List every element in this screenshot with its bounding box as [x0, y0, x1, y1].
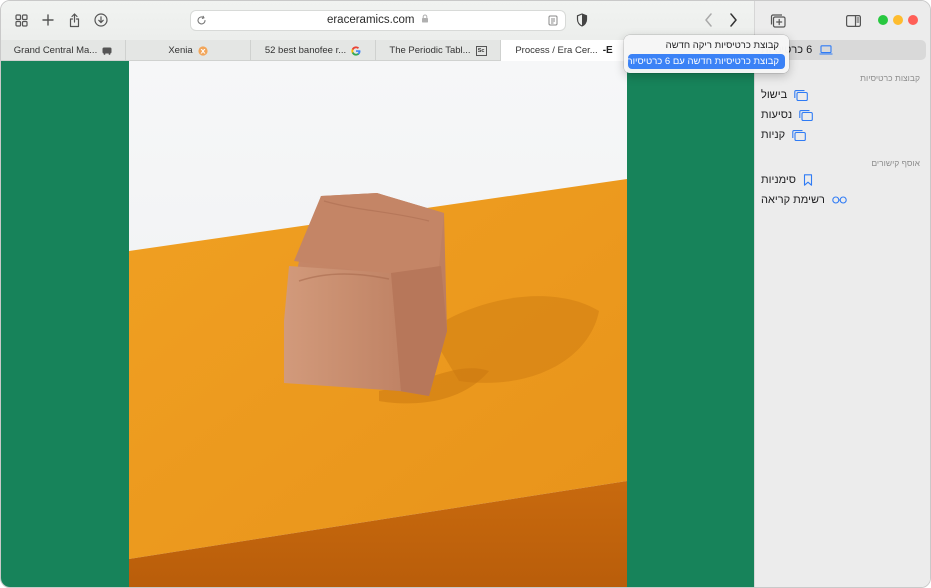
- era-favicon: -E: [603, 45, 613, 56]
- train-icon: [102, 47, 112, 55]
- zoom-button[interactable]: [878, 15, 888, 25]
- tab-title: 52 best banofee r...: [264, 45, 347, 56]
- era-favicon-text: -E: [602, 45, 613, 56]
- tab-group-icon: [794, 89, 809, 101]
- sidebar-item-label: נסיעות: [761, 109, 793, 121]
- reader-icon[interactable]: [548, 15, 558, 29]
- back-icon[interactable]: [698, 10, 718, 30]
- xenia-favicon: X: [198, 45, 208, 56]
- sidebar-item-bookmarks[interactable]: סימניות: [761, 170, 926, 190]
- sidebar: 6 כרטיסיות קבוצות כרטיסיות בישול נסיעות …: [754, 1, 930, 587]
- share-icon[interactable]: [64, 10, 84, 30]
- address-bar[interactable]: eraceramics.com: [190, 10, 566, 31]
- sidebar-item-label: בישול: [761, 89, 788, 101]
- sidebar-toggle-icon[interactable]: [843, 11, 863, 31]
- tab-group-icon: [799, 109, 814, 121]
- bookmark-icon: [803, 174, 813, 186]
- tab-group-icon: [792, 129, 806, 141]
- tab-xenia[interactable]: Xenia X: [126, 40, 251, 61]
- forward-icon[interactable]: [723, 10, 743, 30]
- sidebar-item-label: רשימת קריאה: [761, 194, 825, 206]
- periodic-favicon: Sc: [475, 45, 487, 56]
- new-tab-group-icon[interactable]: [768, 11, 788, 31]
- download-icon[interactable]: [91, 10, 111, 30]
- url-label: eraceramics.com: [326, 14, 415, 26]
- menu-item-new-tab-group-with-tabs[interactable]: קבוצת כרטיסיות חדשה עם 6 כרטיסיות: [628, 54, 785, 69]
- tab-banofee[interactable]: 52 best banofee r...: [251, 40, 376, 61]
- web-content[interactable]: [1, 61, 754, 587]
- sidebar-item-shopping[interactable]: קניות: [761, 125, 926, 145]
- tab-title: Xenia: [168, 45, 193, 56]
- sidebar-item-travel[interactable]: נסיעות: [761, 105, 926, 125]
- privacy-shield-icon[interactable]: [572, 10, 592, 30]
- clay-block-photo: [129, 61, 627, 587]
- sidebar-item-reading-list[interactable]: רשימת קריאה: [761, 190, 926, 210]
- new-tab-icon[interactable]: [38, 10, 58, 30]
- laptop-icon: [819, 45, 833, 55]
- tab-title: Grand Central Ma...: [13, 45, 98, 56]
- url-text: eraceramics.com: [191, 14, 565, 26]
- google-favicon: [351, 45, 361, 56]
- lock-icon: [419, 14, 430, 25]
- sidebar-item-cooking[interactable]: בישול: [761, 85, 926, 105]
- reading-list-icon: [832, 196, 847, 204]
- sidebar-item-label: קניות: [761, 129, 786, 141]
- svg-text:X: X: [200, 47, 205, 55]
- section-header-tab-groups: קבוצות כרטיסיות: [860, 73, 920, 83]
- tab-grand-central[interactable]: Grand Central Ma...: [1, 40, 126, 61]
- close-button[interactable]: [908, 15, 918, 25]
- tab-periodic-table[interactable]: The Periodic Tabl... Sc: [376, 40, 501, 61]
- section-header-shared: אוסף קישורים: [871, 158, 920, 168]
- sidebar-item-label: סימניות: [761, 174, 797, 186]
- minimize-button[interactable]: [893, 15, 903, 25]
- menu-item-new-empty-tab-group[interactable]: קבוצת כרטיסיות ריקה חדשה: [628, 38, 785, 53]
- tab-era-ceramics[interactable]: Process / Era Cer... -E: [501, 40, 627, 61]
- new-tab-group-menu: קבוצת כרטיסיות ריקה חדשה קבוצת כרטיסיות …: [624, 35, 789, 73]
- safari-window: eraceramics.com Grand Central Ma... Xeni…: [0, 0, 931, 588]
- periodic-favicon-text: Sc: [477, 47, 485, 54]
- tab-overview-icon[interactable]: [11, 10, 31, 30]
- tab-title: Process / Era Cer...: [515, 45, 598, 56]
- tab-title: The Periodic Tabl...: [389, 45, 471, 56]
